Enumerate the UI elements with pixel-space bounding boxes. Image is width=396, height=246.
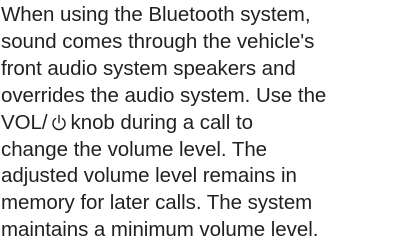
power-icon [51,114,67,131]
text-line-8: memory for later calls. The system [1,191,313,215]
text-line-4: overrides the audio system. Use the [1,83,327,107]
text-line-7: adjusted volume level remains in [1,164,297,188]
text-line-6: change the volume level. The [1,137,268,161]
text-line-2: sound comes through the vehicle's [1,29,315,53]
manual-page: When using the Bluetooth system, sound c… [0,0,396,246]
bluetooth-volume-paragraph: When using the Bluetooth system, sound c… [1,2,395,244]
text-line-3: front audio system speakers and [1,56,296,80]
text-line-1: When using the Bluetooth system, [1,3,311,26]
text-line-9: maintains a minimum volume level. [1,218,319,242]
text-line-5: VOL/knob during a call to [1,110,395,137]
knob-text: knob during a call to [70,110,253,134]
vol-label: VOL/ [1,110,48,134]
